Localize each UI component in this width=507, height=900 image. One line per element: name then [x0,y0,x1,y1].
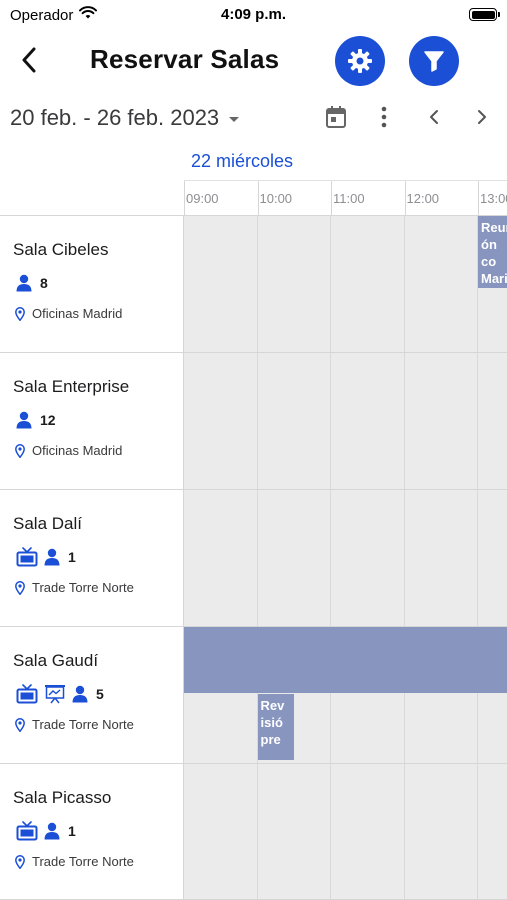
more-options-button[interactable] [369,102,399,132]
hour-gridline [256,764,258,900]
hour-label: 10:00 [257,181,332,215]
room-info[interactable]: Sala Cibeles 8 Oficinas Madrid [0,216,184,352]
room-location-label: Oficinas Madrid [32,306,123,321]
hour-label: 12:00 [404,181,479,215]
hour-gridline [256,216,258,352]
hour-gridline [403,764,405,900]
tv-icon [16,684,38,704]
room-name: Sala Cibeles [13,240,109,259]
room-name: Sala Gaudí [13,651,99,670]
room-name: Sala Picasso [13,788,112,807]
room-info[interactable]: Sala Gaudí 5 Trade Torre Norte [0,627,184,763]
tv-icon [16,821,38,841]
person-icon [16,411,32,429]
battery-icon [469,8,500,21]
hour-gridline [403,216,405,352]
status-time: 4:09 p.m. [220,6,287,23]
hour-gridline [330,490,331,626]
location-pin-icon [15,580,25,595]
hour-gridline [330,216,331,352]
selected-day-label[interactable]: 22 miércoles [191,151,293,172]
room-features: 8 [16,272,48,294]
room-capacity: 1 [68,823,76,839]
date-range-selector[interactable]: 20 feb. - 26 feb. 2023 [10,105,240,131]
settings-button[interactable] [335,36,385,86]
room-timeline[interactable] [184,490,507,626]
room-location: Trade Torre Norte [15,580,134,595]
hour-header: 09:0010:0011:0012:0013:00 [184,180,507,216]
chevron-left-icon [22,47,36,73]
room-capacity: 1 [68,549,76,565]
room-features: 5 [16,683,104,705]
booking-block[interactable] [184,627,507,693]
hour-gridline [256,490,258,626]
room-location-label: Oficinas Madrid [32,443,123,458]
hour-gridline [403,353,405,489]
hour-gridline [477,764,478,900]
room-timeline[interactable] [184,764,507,900]
room-capacity: 8 [40,275,48,291]
room-features: 1 [16,820,76,842]
person-icon [16,274,32,292]
room-timeline[interactable] [184,353,507,489]
room-info[interactable]: Sala Enterprise 12 Oficinas Madrid [0,353,184,489]
room-location: Oficinas Madrid [15,306,122,321]
hour-gridline [403,490,405,626]
chevron-right-icon [478,110,486,124]
location-pin-icon [15,717,25,732]
room-capacity: 12 [40,412,56,428]
person-icon [44,822,60,840]
location-pin-icon [15,443,25,458]
room-timeline[interactable] [184,216,507,352]
room-row: Sala Dalí 1 Trade Torre Norte [0,489,507,626]
room-location: Oficinas Madrid [15,443,122,458]
room-row: Sala Cibeles 8 Oficinas Madrid [0,215,507,352]
hour-label: 09:00 [184,181,258,215]
booking-block[interactable]: Reuni ón co Mari [478,216,507,288]
tv-icon [16,547,38,567]
filter-button[interactable] [409,36,459,86]
hour-gridline [477,490,478,626]
chevron-left-icon [430,110,438,124]
room-location-label: Trade Torre Norte [32,717,134,732]
previous-week-button[interactable] [419,102,449,132]
gear-icon [348,49,372,73]
room-info[interactable]: Sala Dalí 1 Trade Torre Norte [0,490,184,626]
room-location-label: Trade Torre Norte [32,854,134,869]
more-vertical-icon [381,106,387,128]
person-icon [44,548,60,566]
caret-down-icon [229,116,240,122]
room-location: Trade Torre Norte [15,717,134,732]
status-bar: Operador 4:09 p.m. [0,0,507,28]
room-location: Trade Torre Norte [15,854,134,869]
room-features: 1 [16,546,76,568]
calendar-button[interactable] [321,102,351,132]
hour-gridline [330,353,331,489]
funnel-icon [424,51,444,72]
calendar-icon [326,106,346,128]
hour-label: 11:00 [331,181,405,215]
projector-icon [44,684,66,704]
next-week-button[interactable] [467,102,497,132]
booking-block[interactable]: Rev isió pre [257,694,295,760]
room-features: 12 [16,409,56,431]
room-row: Sala Enterprise 12 Oficinas Madrid [0,352,507,489]
page-title: Reservar Salas [90,44,280,74]
room-name: Sala Dalí [13,514,82,533]
back-button[interactable] [14,44,44,76]
room-row: Sala Picasso 1 Trade Torre Norte [0,763,507,900]
hour-gridline [256,353,258,489]
location-pin-icon [15,306,25,321]
location-pin-icon [15,854,25,869]
room-capacity: 5 [96,686,104,702]
hour-gridline [477,353,478,489]
person-icon [72,685,88,703]
date-range-label: 20 feb. - 26 feb. 2023 [10,105,220,130]
room-info[interactable]: Sala Picasso 1 Trade Torre Norte [0,764,184,900]
hour-gridline [330,764,331,900]
room-location-label: Trade Torre Norte [32,580,134,595]
room-name: Sala Enterprise [13,377,130,396]
hour-label: 13:00 [478,181,507,215]
